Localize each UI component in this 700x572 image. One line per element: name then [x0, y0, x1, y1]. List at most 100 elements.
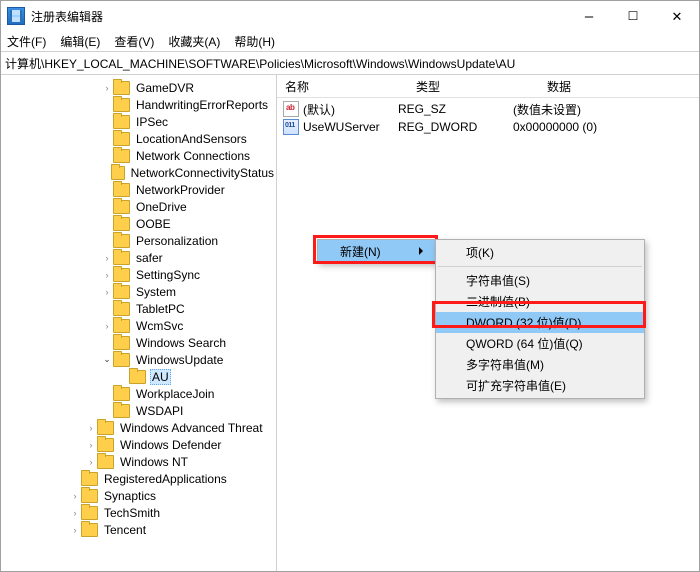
menu-new-key[interactable]: 项(K) — [436, 242, 644, 263]
value-data: (数值未设置) — [513, 101, 699, 118]
tree-item-label: GameDVR — [134, 81, 196, 95]
folder-icon — [113, 387, 130, 401]
menu-favorites[interactable]: 收藏夹(A) — [168, 33, 220, 50]
folder-icon — [81, 489, 98, 503]
chevron-right-icon[interactable]: › — [101, 270, 113, 280]
chevron-right-icon[interactable]: › — [101, 287, 113, 297]
maximize-button[interactable] — [611, 1, 655, 31]
menu-new-expandstring[interactable]: 可扩充字符串值(E) — [436, 375, 644, 396]
address-text: 计算机\HKEY_LOCAL_MACHINE\SOFTWARE\Policies… — [5, 55, 515, 72]
tree-item-label: NetworkProvider — [134, 183, 227, 197]
chevron-right-icon[interactable]: › — [101, 83, 113, 93]
tree-item[interactable]: WSDAPI — [5, 402, 276, 419]
address-bar[interactable]: 计算机\HKEY_LOCAL_MACHINE\SOFTWARE\Policies… — [1, 52, 699, 75]
tree-item[interactable]: OneDrive — [5, 198, 276, 215]
minimize-button[interactable] — [567, 1, 611, 31]
tree-item[interactable]: Personalization — [5, 232, 276, 249]
tree-item[interactable]: › SettingSync — [5, 266, 276, 283]
menu-new-qword[interactable]: QWORD (64 位)值(Q) — [436, 333, 644, 354]
folder-icon — [113, 285, 130, 299]
tree-item[interactable]: NetworkConnectivityStatus — [5, 164, 276, 181]
folder-icon — [97, 455, 114, 469]
tree-item[interactable]: NetworkProvider — [5, 181, 276, 198]
tree-item[interactable]: OOBE — [5, 215, 276, 232]
chevron-right-icon[interactable]: › — [69, 525, 81, 535]
tree-item[interactable]: WorkplaceJoin — [5, 385, 276, 402]
tree-item[interactable]: › Tencent — [5, 521, 276, 538]
tree-item[interactable]: Windows Search — [5, 334, 276, 351]
chevron-right-icon[interactable]: › — [101, 321, 113, 331]
chevron-right-icon[interactable]: › — [69, 508, 81, 518]
folder-icon — [111, 166, 125, 180]
value-type: REG_DWORD — [398, 120, 513, 134]
values-list[interactable]: (默认)REG_SZ(数值未设置)UseWUServerREG_DWORD0x0… — [277, 98, 699, 136]
tree-item-label: OOBE — [134, 217, 173, 231]
tree-item[interactable]: IPSec — [5, 113, 276, 130]
tree-item[interactable]: ›System — [5, 283, 276, 300]
menu-new-string[interactable]: 字符串值(S) — [436, 270, 644, 291]
tree-item[interactable]: HandwritingErrorReports — [5, 96, 276, 113]
tree-item-label: WindowsUpdate — [134, 353, 225, 367]
tree-item-label: Windows Advanced Threat — [118, 421, 265, 435]
menu-new-multistring[interactable]: 多字符串值(M) — [436, 354, 644, 375]
menu-help[interactable]: 帮助(H) — [234, 33, 275, 50]
tree-item[interactable]: ›Windows Defender — [5, 436, 276, 453]
chevron-right-icon[interactable]: › — [85, 440, 97, 450]
tree-item-label: AU — [150, 369, 171, 385]
menu-new-binary[interactable]: 二进制值(B) — [436, 291, 644, 312]
folder-icon — [113, 217, 130, 231]
menu-edit[interactable]: 编辑(E) — [60, 33, 100, 50]
col-name[interactable]: 名称 — [277, 78, 408, 95]
folder-icon — [81, 472, 98, 486]
tree-item[interactable]: › GameDVR — [5, 79, 276, 96]
folder-icon — [113, 81, 130, 95]
tree-item[interactable]: AU — [5, 368, 276, 385]
tree-item-label: Tencent — [102, 523, 148, 537]
chevron-down-icon[interactable]: ⌄ — [101, 354, 113, 365]
context-new[interactable]: 新建(N) — [318, 240, 435, 262]
tree-item[interactable]: ›WcmSvc — [5, 317, 276, 334]
folder-icon — [81, 523, 98, 537]
close-button[interactable] — [655, 1, 699, 31]
tree-item[interactable]: › Windows Advanced Threat — [5, 419, 276, 436]
tree-item[interactable]: TabletPC — [5, 300, 276, 317]
folder-icon — [113, 251, 130, 265]
tree-item-label: Synaptics — [102, 489, 158, 503]
string-value-icon — [283, 101, 299, 117]
folder-icon — [113, 183, 130, 197]
tree-item-label: Windows NT — [118, 455, 190, 469]
tree-item[interactable]: LocationAndSensors — [5, 130, 276, 147]
tree-item-label: RegisteredApplications — [102, 472, 229, 486]
chevron-right-icon[interactable]: › — [85, 423, 97, 433]
value-row[interactable]: (默认)REG_SZ(数值未设置) — [277, 100, 699, 118]
tree-item-label: OneDrive — [134, 200, 189, 214]
tree-item-label: NetworkConnectivityStatus — [129, 166, 276, 180]
col-type[interactable]: 类型 — [408, 78, 539, 95]
app-icon — [7, 7, 25, 25]
chevron-right-icon[interactable]: › — [101, 253, 113, 263]
value-row[interactable]: UseWUServerREG_DWORD0x00000000 (0) — [277, 118, 699, 136]
tree-item[interactable]: › Windows NT — [5, 453, 276, 470]
menu-file[interactable]: 文件(F) — [7, 33, 46, 50]
tree-item[interactable]: › Synaptics — [5, 487, 276, 504]
context-menu: 新建(N) — [317, 239, 436, 263]
menu-new-dword[interactable]: DWORD (32 位)值(D) — [436, 312, 644, 333]
registry-tree[interactable]: › GameDVRHandwritingErrorReportsIPSecLoca… — [1, 75, 276, 542]
chevron-right-icon[interactable]: › — [85, 457, 97, 467]
tree-item[interactable]: Network Connections — [5, 147, 276, 164]
folder-icon — [129, 370, 146, 384]
col-data[interactable]: 数据 — [539, 78, 699, 95]
tree-item[interactable]: ›TechSmith — [5, 504, 276, 521]
chevron-right-icon[interactable]: › — [69, 491, 81, 501]
tree-item-label: safer — [134, 251, 165, 265]
tree-item-label: WSDAPI — [134, 404, 185, 418]
tree-item[interactable]: ⌄ WindowsUpdate — [5, 351, 276, 368]
folder-icon — [113, 302, 130, 316]
tree-item[interactable]: RegisteredApplications — [5, 470, 276, 487]
folder-icon — [113, 234, 130, 248]
tree-item-label: SettingSync — [134, 268, 202, 282]
tree-item[interactable]: › safer — [5, 249, 276, 266]
menu-view[interactable]: 查看(V) — [114, 33, 154, 50]
tree-item-label: TabletPC — [134, 302, 187, 316]
folder-icon — [113, 115, 130, 129]
